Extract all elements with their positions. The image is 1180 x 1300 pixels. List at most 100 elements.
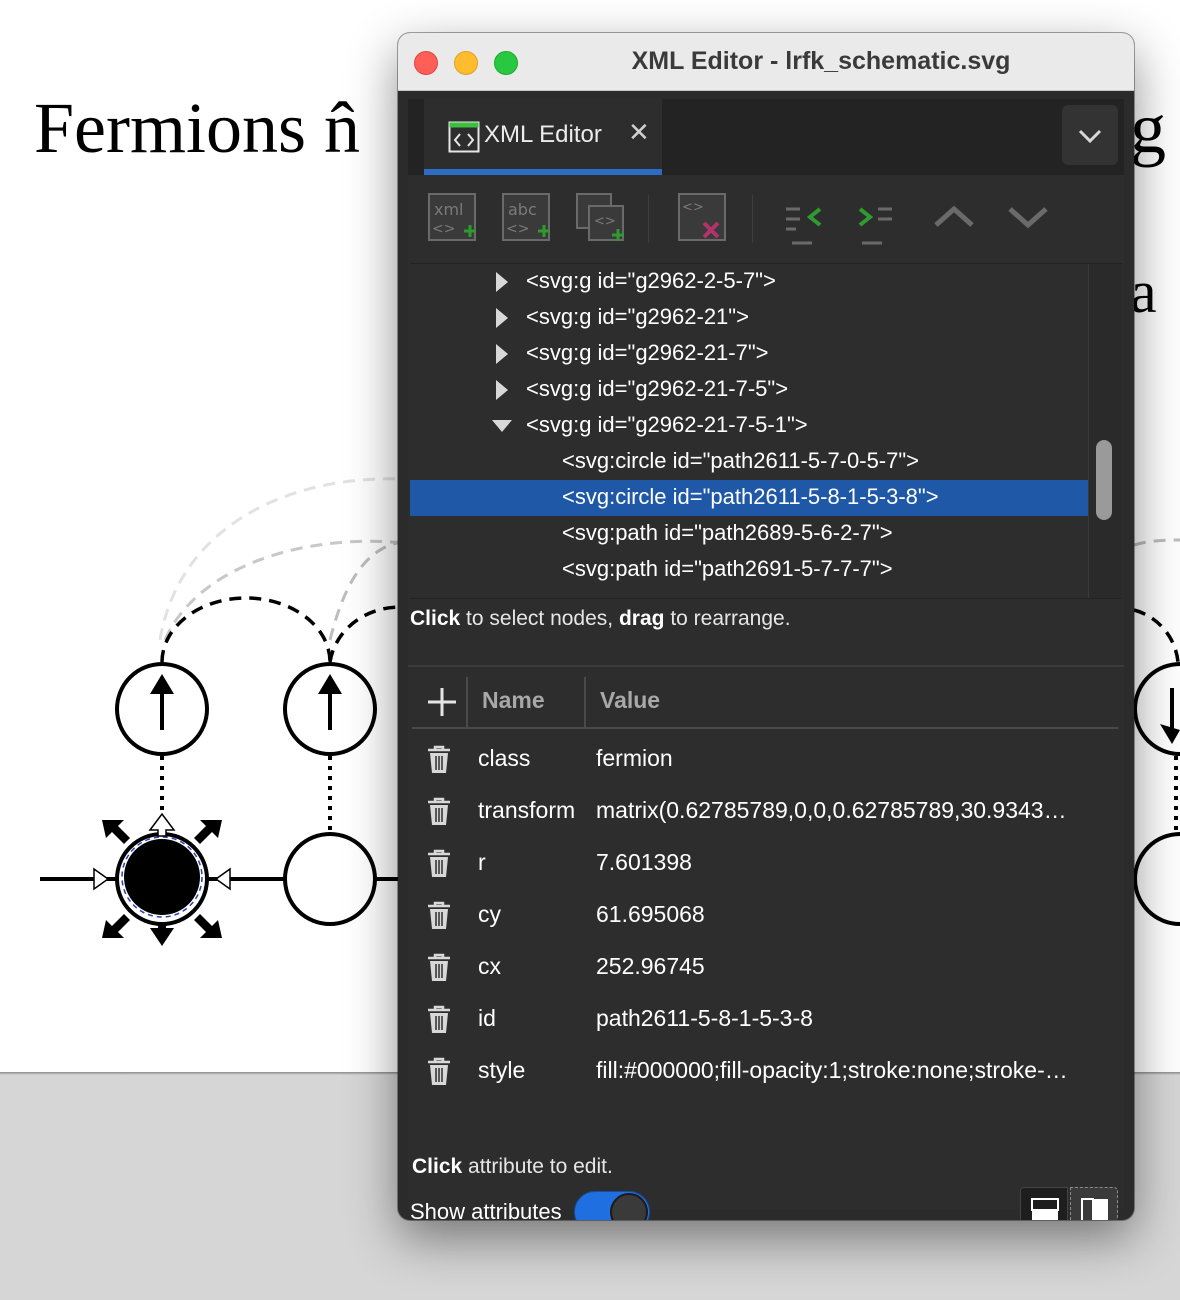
layout-vertical-button[interactable] (1070, 1187, 1118, 1220)
attribute-name[interactable]: class (478, 745, 530, 772)
svg-text:<>: <> (594, 214, 616, 229)
expanded-triangle-icon[interactable] (490, 408, 514, 444)
tree-node-label: <svg:g id="g2962-21-7"> (526, 340, 769, 365)
tree-scrollbar[interactable] (1088, 264, 1122, 598)
xml-editor-window: XML Editor - lrfk_schematic.svg XML Edit… (398, 33, 1134, 1220)
tree-node-label: <svg:circle id="path2611-5-7-0-5-7"> (562, 448, 920, 473)
tab-menu-button[interactable] (1062, 105, 1118, 165)
tab-xml-editor[interactable]: XML Editor ✕ (424, 99, 662, 175)
svg-text:abc: abc (508, 200, 537, 219)
attribute-row[interactable]: class fermion (412, 733, 1118, 785)
layout-horizontal-button[interactable] (1020, 1187, 1068, 1220)
trash-icon[interactable] (424, 899, 454, 931)
toggle-knob (610, 1193, 648, 1220)
svg-text:xml: xml (434, 200, 464, 219)
attribute-row[interactable]: transform matrix(0.62785789,0,0,0.6278578… (412, 785, 1118, 837)
delete-node-icon[interactable]: <> (676, 191, 732, 247)
attribute-value[interactable]: matrix(0.62785789,0,0,0.62785789,30.9343… (596, 797, 1106, 824)
show-attributes-label: Show attributes (410, 1199, 562, 1220)
window-titlebar[interactable]: XML Editor - lrfk_schematic.svg (398, 33, 1134, 91)
tree-node-row[interactable]: <svg:g id="g2962-2-5-7"> (410, 264, 1088, 300)
tree-scrollbar-thumb[interactable] (1096, 440, 1112, 520)
tree-hint-part-1: to select nodes, (460, 607, 619, 630)
tree-hint-bold-click: Click (410, 607, 461, 630)
attribute-row[interactable]: r 7.601398 (412, 837, 1118, 889)
xml-new-element-icon[interactable]: xml <> (426, 191, 482, 247)
tree-hint-part-2: to rearrange. (664, 607, 791, 630)
window-zoom-button[interactable] (494, 51, 518, 75)
tree-node-label: <svg:g id="g2962-21"> (526, 304, 749, 329)
column-separator[interactable] (584, 677, 586, 727)
tree-node-row[interactable]: <svg:path id="path2689-5-6-2-7"> (410, 516, 1088, 552)
abc-new-text-node-icon[interactable]: abc <> (500, 191, 556, 247)
tree-node-row[interactable]: <svg:g id="g2962-21-7-5-1"> (410, 408, 1088, 444)
chevron-down-icon (1078, 129, 1102, 144)
layout-horizontal-icon (1031, 1198, 1059, 1220)
attribute-row[interactable]: id path2611-5-8-1-5-3-8 (412, 993, 1118, 1045)
plus-icon (428, 688, 456, 716)
column-header-name[interactable]: Name (482, 687, 545, 714)
tree-node-label: <svg:g id="g2962-21-7-5-1"> (526, 412, 808, 437)
duplicate-node-icon[interactable]: <> (574, 191, 630, 247)
window-close-button[interactable] (414, 51, 438, 75)
attribute-value[interactable]: path2611-5-8-1-5-3-8 (596, 1005, 1106, 1032)
tree-hint-text: Click to select nodes, drag to rearrange… (410, 607, 791, 631)
svg-text:<>: <> (682, 200, 704, 215)
trash-icon[interactable] (424, 1055, 454, 1087)
attribute-name[interactable]: id (478, 1005, 496, 1032)
indent-node-icon[interactable] (852, 191, 908, 247)
collapsed-triangle-icon[interactable] (490, 372, 514, 408)
canvas-heading-text: Fermions n̂ (34, 88, 361, 168)
attribute-value[interactable]: 252.96745 (596, 953, 1106, 980)
trash-icon[interactable] (424, 1003, 454, 1035)
column-header-value[interactable]: Value (600, 687, 660, 714)
xml-editor-icon (448, 121, 480, 153)
tree-node-label: <svg:path id="path2691-5-7-7-7"> (562, 556, 893, 581)
tree-node-row[interactable]: <svg:g id="g2962-21"> (410, 300, 1088, 336)
attribute-name[interactable]: r (478, 849, 486, 876)
attribute-value[interactable]: fermion (596, 745, 1106, 772)
tab-close-icon[interactable]: ✕ (628, 119, 650, 145)
collapsed-triangle-icon[interactable] (490, 336, 514, 372)
attribute-hint-part: attribute to edit. (462, 1155, 613, 1178)
show-attributes-toggle[interactable] (574, 1191, 650, 1220)
tree-node-row[interactable]: <svg:g id="g2962-21-7-5"> (410, 372, 1088, 408)
xml-node-tree[interactable]: <svg:g id="g2962-2-5-7"> <svg:g id="g2962… (410, 263, 1122, 599)
toolbar-separator (752, 195, 753, 243)
attribute-value[interactable]: fill:#000000;fill-opacity:1;stroke:none;… (596, 1057, 1106, 1084)
raise-node-icon[interactable] (926, 191, 982, 247)
tree-node-row[interactable]: <svg:path id="path2691-5-7-7-7"> (410, 552, 1088, 588)
attribute-name[interactable]: style (478, 1057, 525, 1084)
tree-node-row[interactable]: <svg:circle id="path2611-5-7-0-5-7"> (410, 444, 1088, 480)
trash-icon[interactable] (424, 795, 454, 827)
trash-icon[interactable] (424, 847, 454, 879)
svg-text:<>: <> (432, 221, 455, 237)
collapsed-triangle-icon[interactable] (490, 264, 514, 300)
window-minimize-button[interactable] (454, 51, 478, 75)
tree-node-label: <svg:circle id="path2611-5-8-1-5-3-8"> (562, 484, 939, 509)
attribute-name[interactable]: transform (478, 797, 575, 824)
lower-node-icon[interactable] (1000, 191, 1056, 247)
trash-icon[interactable] (424, 951, 454, 983)
attribute-value[interactable]: 7.601398 (596, 849, 1106, 876)
tree-node-row[interactable]: <svg:circle id="path2611-5-8-1-5-3-8"> (410, 480, 1088, 516)
attribute-row[interactable]: cy 61.695068 (412, 889, 1118, 941)
attribute-hint-bold-click: Click (412, 1155, 463, 1178)
attributes-header: Name Value (412, 677, 1118, 729)
attribute-row[interactable]: style fill:#000000;fill-opacity:1;stroke:… (412, 1045, 1118, 1097)
attribute-value[interactable]: 61.695068 (596, 901, 1106, 928)
trash-icon[interactable] (424, 743, 454, 775)
attribute-name[interactable]: cy (478, 901, 501, 928)
attribute-row[interactable]: cx 252.96745 (412, 941, 1118, 993)
tab-bar: XML Editor ✕ (408, 99, 1124, 175)
tab-label: XML Editor (484, 121, 602, 148)
collapsed-triangle-icon[interactable] (490, 300, 514, 336)
tree-node-row[interactable]: <svg:g id="g2962-21-7"> (410, 336, 1088, 372)
attribute-name[interactable]: cx (478, 953, 501, 980)
layout-vertical-icon (1081, 1198, 1108, 1220)
tree-node-label: <svg:g id="g2962-21-7-5"> (526, 376, 789, 401)
panel-splitter[interactable] (408, 665, 1124, 667)
add-attribute-button[interactable] (416, 677, 468, 727)
unindent-node-icon[interactable] (778, 191, 834, 247)
window-title: XML Editor - lrfk_schematic.svg (631, 47, 1011, 75)
